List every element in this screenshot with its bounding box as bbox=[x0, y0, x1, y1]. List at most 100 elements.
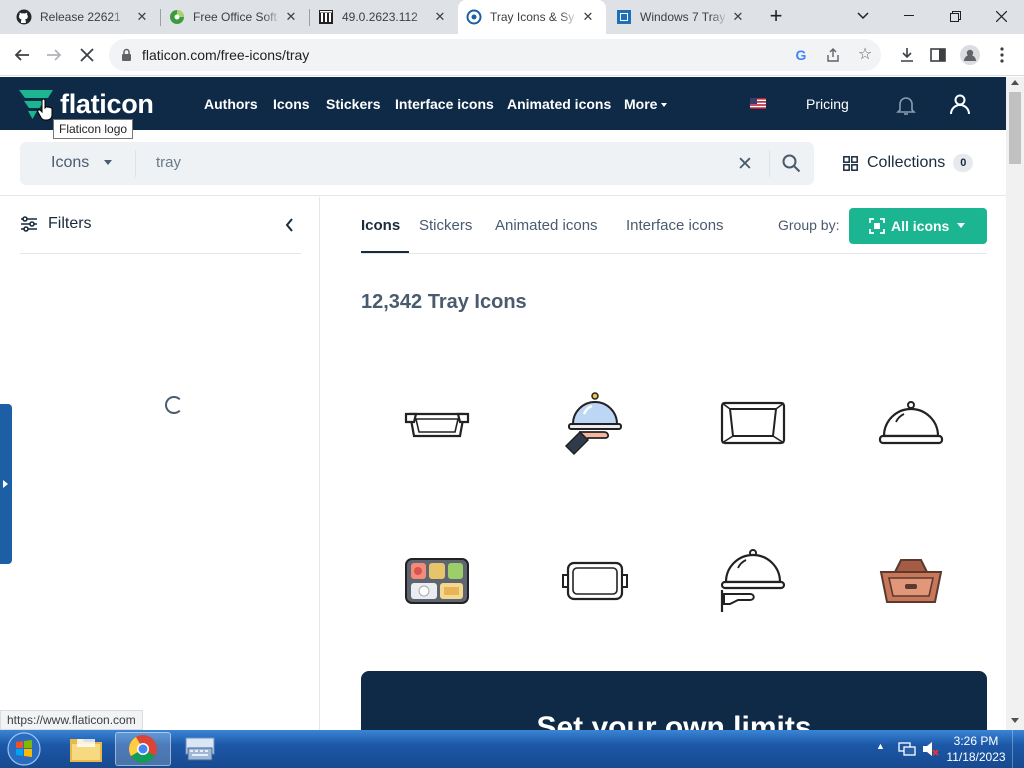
results-area: Icons Stickers Animated icons Interface … bbox=[321, 197, 1006, 741]
close-tab-icon[interactable]: ✕ bbox=[580, 9, 596, 25]
active-tab-indicator bbox=[361, 251, 409, 253]
start-button[interactable] bbox=[2, 731, 46, 767]
nav-stickers[interactable]: Stickers bbox=[326, 96, 380, 112]
tab-stickers[interactable]: Stickers bbox=[419, 217, 472, 234]
browser-tab-strip: Release 22621 ✕ Free Office Soft ✕ 49.0.… bbox=[0, 0, 1024, 34]
cloche-hand-icon[interactable] bbox=[713, 541, 793, 621]
restore-icon[interactable] bbox=[932, 0, 978, 32]
close-window-icon[interactable] bbox=[978, 0, 1024, 32]
search-input[interactable]: tray bbox=[156, 154, 181, 171]
cloche-icon[interactable] bbox=[871, 383, 951, 463]
scrollbar-thumb[interactable] bbox=[1009, 92, 1021, 164]
side-panel-icon[interactable] bbox=[926, 43, 950, 67]
system-clock[interactable]: 3:26 PM 11/18/2023 bbox=[944, 733, 1008, 765]
caret-down-icon[interactable] bbox=[104, 160, 112, 165]
tab-interface-icons[interactable]: Interface icons bbox=[626, 217, 724, 234]
clear-search-icon[interactable]: ✕ bbox=[737, 153, 753, 176]
caret-down-icon bbox=[957, 223, 965, 228]
arrow-right-icon bbox=[3, 480, 8, 488]
search-icon[interactable] bbox=[782, 154, 801, 173]
sliders-icon bbox=[21, 216, 37, 232]
search-type-select[interactable]: Icons bbox=[51, 154, 89, 172]
browser-menu-icon[interactable] bbox=[990, 43, 1014, 67]
tab-animated-icons[interactable]: Animated icons bbox=[495, 217, 598, 234]
browser-tab[interactable]: Free Office Soft ✕ bbox=[161, 0, 309, 34]
filters-sidebar: Filters bbox=[0, 197, 320, 730]
browser-tab-active[interactable]: Tray Icons & Sy ✕ bbox=[458, 0, 606, 34]
us-flag-icon[interactable] bbox=[750, 98, 766, 109]
logo-wordmark: flaticon bbox=[60, 89, 154, 119]
clock-time: 3:26 PM bbox=[953, 734, 999, 748]
grid-icon bbox=[843, 155, 858, 171]
rectangular-tray-icon[interactable] bbox=[555, 541, 635, 621]
collections-count-badge: 0 bbox=[953, 154, 974, 172]
scroll-down-icon[interactable] bbox=[1011, 718, 1019, 723]
tab-title: Release 22621 bbox=[40, 10, 121, 24]
nav-pricing[interactable]: Pricing bbox=[806, 96, 849, 112]
google-lens-icon[interactable]: G bbox=[793, 47, 809, 63]
browser-tab[interactable]: Windows 7 Tray ✕ bbox=[608, 0, 756, 34]
feedback-side-tab[interactable] bbox=[0, 404, 12, 564]
tray-icon[interactable] bbox=[713, 383, 793, 463]
site-header: flaticon Authors Icons Stickers Interfac… bbox=[0, 77, 1006, 130]
loading-spinner-icon bbox=[165, 396, 183, 414]
network-icon[interactable] bbox=[898, 741, 916, 757]
close-tab-icon[interactable]: ✕ bbox=[730, 9, 746, 25]
show-desktop-button[interactable] bbox=[1012, 730, 1024, 768]
results-title: 12,342 Tray Icons bbox=[361, 291, 527, 313]
nav-authors[interactable]: Authors bbox=[204, 96, 258, 112]
search-row: Icons tray ✕ Collections 0 bbox=[0, 130, 1006, 196]
browser-tab[interactable]: Release 22621 ✕ bbox=[8, 0, 160, 34]
focus-frame-icon bbox=[869, 218, 885, 234]
group-by-dropdown[interactable]: All icons bbox=[849, 208, 987, 244]
collections-button[interactable]: Collections 0 bbox=[843, 154, 974, 172]
nav-interface-icons[interactable]: Interface icons bbox=[395, 96, 494, 112]
bookmark-star-icon[interactable]: ☆ bbox=[857, 47, 873, 63]
nav-icons[interactable]: Icons bbox=[273, 96, 310, 112]
url-field[interactable]: flaticon.com/free-icons/tray G ☆ bbox=[109, 39, 881, 71]
windows-start-icon bbox=[7, 732, 41, 766]
keyboard-icon bbox=[185, 737, 215, 761]
share-icon[interactable] bbox=[825, 47, 841, 63]
nav-more[interactable]: More bbox=[624, 96, 668, 112]
minimize-icon[interactable] bbox=[886, 0, 932, 32]
filters-label: Filters bbox=[48, 215, 92, 232]
close-tab-icon[interactable]: ✕ bbox=[283, 9, 299, 25]
tab-search-chevron-icon[interactable] bbox=[840, 0, 886, 32]
close-tab-icon[interactable]: ✕ bbox=[432, 9, 448, 25]
url-text: flaticon.com/free-icons/tray bbox=[142, 47, 310, 63]
collections-label: Collections bbox=[867, 154, 946, 171]
divider bbox=[20, 253, 301, 254]
chevron-left-icon[interactable] bbox=[285, 218, 294, 232]
new-tab-icon[interactable]: + bbox=[756, 0, 796, 32]
taskbar-explorer[interactable] bbox=[58, 732, 114, 766]
tab-icons[interactable]: Icons bbox=[361, 217, 400, 234]
baking-tray-icon[interactable] bbox=[397, 383, 477, 463]
show-hidden-icons-icon[interactable]: ▲ bbox=[876, 741, 885, 751]
page-scrollbar[interactable] bbox=[1006, 77, 1024, 730]
download-icon[interactable] bbox=[895, 43, 919, 67]
status-bar-url: https://www.flaticon.com bbox=[0, 710, 143, 730]
bento-box-icon[interactable] bbox=[397, 541, 477, 621]
bell-icon[interactable] bbox=[895, 94, 917, 116]
forward-arrow-icon[interactable] bbox=[42, 43, 66, 67]
taskbar-chrome[interactable] bbox=[115, 732, 171, 766]
volume-muted-icon[interactable] bbox=[921, 740, 939, 758]
lock-icon[interactable] bbox=[121, 48, 132, 62]
back-arrow-icon[interactable] bbox=[10, 43, 34, 67]
wooden-tray-icon[interactable] bbox=[871, 541, 951, 621]
hand-cursor-icon bbox=[37, 99, 53, 121]
group-by-label: Group by: bbox=[778, 217, 840, 233]
taskbar-keyboard-app[interactable] bbox=[172, 732, 228, 766]
scroll-up-icon[interactable] bbox=[1011, 80, 1019, 85]
serving-tray-hand-icon[interactable] bbox=[555, 383, 635, 463]
search-bar: Icons tray ✕ bbox=[20, 142, 814, 185]
profile-avatar-icon[interactable] bbox=[958, 43, 982, 67]
close-tab-icon[interactable]: ✕ bbox=[134, 9, 150, 25]
tab-title: Tray Icons & Sy bbox=[490, 10, 575, 24]
user-account-icon[interactable] bbox=[949, 93, 971, 115]
stop-loading-icon[interactable] bbox=[75, 43, 99, 67]
browser-tab[interactable]: 49.0.2623.112 ✕ bbox=[310, 0, 458, 34]
nav-animated-icons[interactable]: Animated icons bbox=[507, 96, 611, 112]
taskbar: ▲ 3:26 PM 11/18/2023 bbox=[0, 730, 1024, 768]
